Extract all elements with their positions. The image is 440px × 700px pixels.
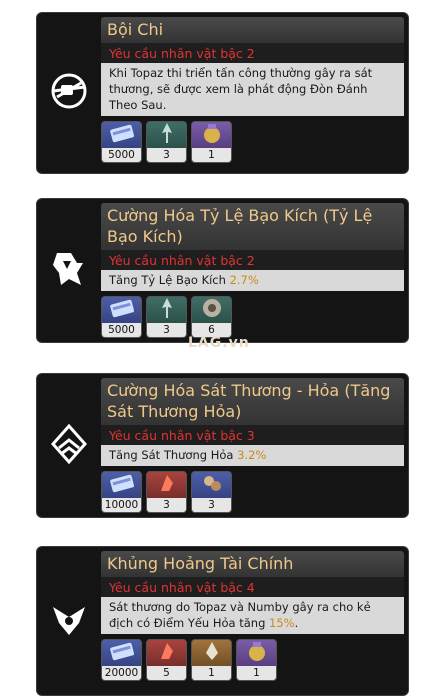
trace-title: Khủng Hoảng Tài Chính [101, 551, 404, 577]
trace-icon-container [37, 13, 101, 173]
trace-card: Bội Chi Yêu cầu nhân vật bậc 2 Khi Topaz… [36, 12, 409, 174]
stat-value: 3.2% [237, 448, 267, 462]
material-item[interactable]: 3 [191, 471, 232, 513]
material-item[interactable]: 5 [146, 639, 187, 681]
material-item[interactable]: 3 [146, 121, 187, 163]
trace-description: Khi Topaz thi triển tấn công thường gây … [101, 63, 404, 116]
trace-description: Tăng Tỷ Lệ Bạo Kích 2.7% [101, 270, 404, 291]
flame-shard-icon [155, 472, 179, 499]
trace-card: Khủng Hoảng Tài Chính Yêu cầu nhân vật b… [36, 546, 409, 696]
material-item[interactable]: 5000 [101, 121, 142, 163]
material-item[interactable]: 6 [191, 296, 232, 338]
watermark: LAG.vn [188, 335, 250, 351]
material-count: 1 [192, 666, 231, 680]
trace-icon-container [37, 374, 101, 517]
treasure-pot-icon [200, 122, 224, 149]
material-count: 5000 [102, 148, 141, 162]
crit-rate-icon [47, 247, 91, 295]
trace-requirement: Yêu cầu nhân vật bậc 2 [101, 250, 404, 270]
material-item[interactable]: 10000 [101, 471, 142, 513]
trace-description: Sát thương do Topaz và Numby gây ra cho … [101, 597, 404, 634]
material-count: 3 [192, 498, 231, 512]
material-item[interactable]: 1 [191, 121, 232, 163]
arrowhead-icon [155, 122, 179, 149]
flame-shard-icon [155, 640, 179, 667]
fire-damage-icon [47, 422, 91, 470]
material-count: 3 [147, 323, 186, 337]
trace-card: Cường Hóa Sát Thương - Hỏa (Tăng Sát Thư… [36, 373, 409, 518]
credit-card-icon [109, 297, 135, 323]
material-item[interactable]: 5000 [101, 296, 142, 338]
trace-requirement: Yêu cầu nhân vật bậc 3 [101, 425, 404, 445]
treasure-pot-icon [245, 640, 269, 667]
trace-title: Cường Hóa Sát Thương - Hỏa (Tăng Sát Thư… [101, 378, 404, 425]
material-count: 1 [237, 666, 276, 680]
credit-card-icon [109, 122, 135, 148]
trace-description: Tăng Sát Thương Hỏa 3.2% [101, 445, 404, 466]
crystal-plume-icon [200, 640, 224, 667]
material-item[interactable]: 3 [146, 471, 187, 513]
trace-requirement: Yêu cầu nhân vật bậc 2 [101, 43, 404, 63]
material-list: 10000 3 3 [101, 466, 404, 513]
material-count: 1 [192, 148, 231, 162]
material-list: 20000 5 1 1 [101, 634, 404, 681]
material-count: 3 [147, 148, 186, 162]
material-item[interactable]: 1 [191, 639, 232, 681]
credit-card-icon [109, 472, 135, 498]
material-list: 5000 3 1 [101, 116, 404, 163]
trace-title: Bội Chi [101, 17, 404, 43]
trace-title: Cường Hóa Tỷ Lệ Bạo Kích (Tỷ Lệ Bạo Kích… [101, 203, 404, 250]
material-count: 5000 [102, 323, 141, 337]
crossed-emblem-icon [47, 69, 91, 117]
material-list: 5000 3 6 [101, 291, 404, 338]
material-count: 10000 [102, 498, 141, 512]
trace-requirement: Yêu cầu nhân vật bậc 4 [101, 577, 404, 597]
material-count: 3 [147, 498, 186, 512]
material-count: 5 [147, 666, 186, 680]
gear-orb-icon [200, 297, 224, 324]
trace-icon-container [37, 199, 101, 342]
material-item[interactable]: 1 [236, 639, 277, 681]
phoenix-emblem-icon [47, 597, 91, 645]
material-item[interactable]: 20000 [101, 639, 142, 681]
trace-card: Cường Hóa Tỷ Lệ Bạo Kích (Tỷ Lệ Bạo Kích… [36, 198, 409, 343]
arrowhead-icon [155, 297, 179, 324]
credit-card-icon [109, 640, 135, 666]
material-count: 20000 [102, 666, 141, 680]
gear-cluster-icon [200, 472, 224, 499]
trace-icon-container [37, 547, 101, 695]
stat-value: 15% [269, 616, 295, 630]
material-item[interactable]: 3 [146, 296, 187, 338]
stat-value: 2.7% [229, 273, 259, 287]
